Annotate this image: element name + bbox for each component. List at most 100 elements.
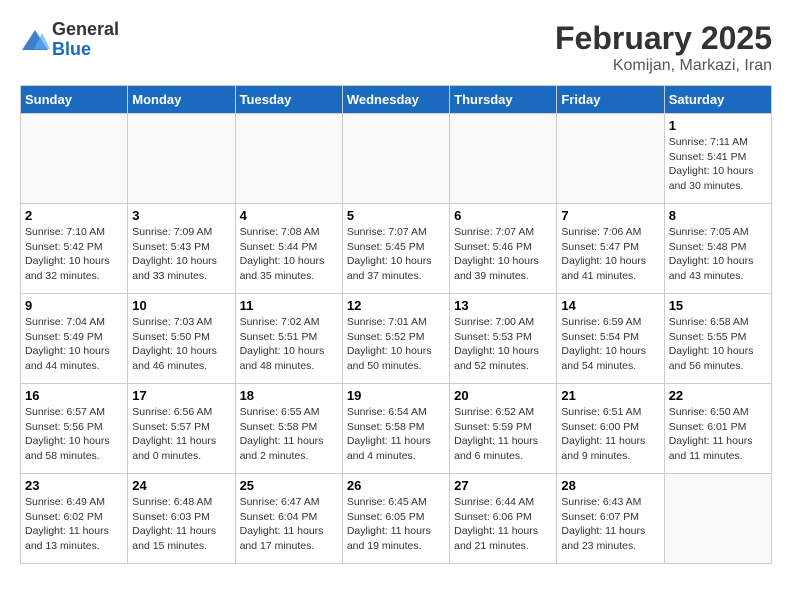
calendar-header-saturday: Saturday bbox=[664, 86, 771, 114]
logo-text: General Blue bbox=[52, 20, 119, 60]
calendar-table: SundayMondayTuesdayWednesdayThursdayFrid… bbox=[20, 85, 772, 564]
day-info: Sunrise: 7:11 AM Sunset: 5:41 PM Dayligh… bbox=[669, 135, 767, 194]
day-number: 24 bbox=[132, 478, 230, 493]
calendar-header-friday: Friday bbox=[557, 86, 664, 114]
calendar-cell: 2 Sunrise: 7:10 AM Sunset: 5:42 PM Daylig… bbox=[21, 204, 128, 294]
calendar-cell bbox=[664, 474, 771, 564]
calendar-week-3: 9 Sunrise: 7:04 AM Sunset: 5:49 PM Daylig… bbox=[21, 294, 772, 384]
calendar-week-2: 2 Sunrise: 7:10 AM Sunset: 5:42 PM Daylig… bbox=[21, 204, 772, 294]
day-info: Sunrise: 7:04 AM Sunset: 5:49 PM Dayligh… bbox=[25, 315, 123, 374]
day-info: Sunrise: 6:59 AM Sunset: 5:54 PM Dayligh… bbox=[561, 315, 659, 374]
calendar-cell: 9 Sunrise: 7:04 AM Sunset: 5:49 PM Daylig… bbox=[21, 294, 128, 384]
day-number: 14 bbox=[561, 298, 659, 313]
logo-blue: Blue bbox=[52, 40, 119, 60]
day-info: Sunrise: 6:43 AM Sunset: 6:07 PM Dayligh… bbox=[561, 495, 659, 554]
calendar-week-1: 1 Sunrise: 7:11 AM Sunset: 5:41 PM Daylig… bbox=[21, 114, 772, 204]
day-info: Sunrise: 7:01 AM Sunset: 5:52 PM Dayligh… bbox=[347, 315, 445, 374]
calendar-cell: 21Sunrise: 6:51 AM Sunset: 6:00 PM Dayli… bbox=[557, 384, 664, 474]
calendar-week-5: 23Sunrise: 6:49 AM Sunset: 6:02 PM Dayli… bbox=[21, 474, 772, 564]
location-subtitle: Komijan, Markazi, Iran bbox=[555, 57, 772, 75]
calendar-cell: 4Sunrise: 7:08 AM Sunset: 5:44 PM Daylig… bbox=[235, 204, 342, 294]
day-info: Sunrise: 6:54 AM Sunset: 5:58 PM Dayligh… bbox=[347, 405, 445, 464]
day-info: Sunrise: 7:02 AM Sunset: 5:51 PM Dayligh… bbox=[240, 315, 338, 374]
day-info: Sunrise: 6:55 AM Sunset: 5:58 PM Dayligh… bbox=[240, 405, 338, 464]
calendar-cell: 24 Sunrise: 6:48 AM Sunset: 6:03 PM Dayli… bbox=[128, 474, 235, 564]
day-info: Sunrise: 6:48 AM Sunset: 6:03 PM Dayligh… bbox=[132, 495, 230, 554]
calendar-cell: 27Sunrise: 6:44 AM Sunset: 6:06 PM Dayli… bbox=[450, 474, 557, 564]
calendar-cell: 15 Sunrise: 6:58 AM Sunset: 5:55 PM Dayli… bbox=[664, 294, 771, 384]
calendar-cell: 3 Sunrise: 7:09 AM Sunset: 5:43 PM Daylig… bbox=[128, 204, 235, 294]
day-number: 15 bbox=[669, 298, 767, 313]
calendar-header-thursday: Thursday bbox=[450, 86, 557, 114]
calendar-cell: 11 Sunrise: 7:02 AM Sunset: 5:51 PM Dayli… bbox=[235, 294, 342, 384]
calendar-header-tuesday: Tuesday bbox=[235, 86, 342, 114]
day-number: 19 bbox=[347, 388, 445, 403]
calendar-cell: 22 Sunrise: 6:50 AM Sunset: 6:01 PM Dayli… bbox=[664, 384, 771, 474]
day-info: Sunrise: 7:10 AM Sunset: 5:42 PM Dayligh… bbox=[25, 225, 123, 284]
day-info: Sunrise: 6:52 AM Sunset: 5:59 PM Dayligh… bbox=[454, 405, 552, 464]
day-info: Sunrise: 6:51 AM Sunset: 6:00 PM Dayligh… bbox=[561, 405, 659, 464]
day-number: 11 bbox=[240, 298, 338, 313]
day-number: 26 bbox=[347, 478, 445, 493]
day-info: Sunrise: 6:45 AM Sunset: 6:05 PM Dayligh… bbox=[347, 495, 445, 554]
calendar-cell bbox=[128, 114, 235, 204]
day-number: 25 bbox=[240, 478, 338, 493]
calendar-cell: 6 Sunrise: 7:07 AM Sunset: 5:46 PM Daylig… bbox=[450, 204, 557, 294]
day-number: 12 bbox=[347, 298, 445, 313]
calendar-cell: 1 Sunrise: 7:11 AM Sunset: 5:41 PM Daylig… bbox=[664, 114, 771, 204]
calendar-cell bbox=[342, 114, 449, 204]
logo-icon bbox=[20, 25, 50, 55]
day-number: 7 bbox=[561, 208, 659, 223]
day-info: Sunrise: 6:44 AM Sunset: 6:06 PM Dayligh… bbox=[454, 495, 552, 554]
title-block: February 2025 Komijan, Markazi, Iran bbox=[555, 20, 772, 75]
calendar-cell: 25 Sunrise: 6:47 AM Sunset: 6:04 PM Dayli… bbox=[235, 474, 342, 564]
calendar-cell: 13 Sunrise: 7:00 AM Sunset: 5:53 PM Dayli… bbox=[450, 294, 557, 384]
day-info: Sunrise: 7:03 AM Sunset: 5:50 PM Dayligh… bbox=[132, 315, 230, 374]
day-number: 2 bbox=[25, 208, 123, 223]
day-info: Sunrise: 7:07 AM Sunset: 5:45 PM Dayligh… bbox=[347, 225, 445, 284]
day-info: Sunrise: 6:58 AM Sunset: 5:55 PM Dayligh… bbox=[669, 315, 767, 374]
page-header: General Blue February 2025 Komijan, Mark… bbox=[20, 20, 772, 75]
logo-general: General bbox=[52, 20, 119, 40]
calendar-cell: 20Sunrise: 6:52 AM Sunset: 5:59 PM Dayli… bbox=[450, 384, 557, 474]
day-number: 22 bbox=[669, 388, 767, 403]
day-info: Sunrise: 7:08 AM Sunset: 5:44 PM Dayligh… bbox=[240, 225, 338, 284]
calendar-cell bbox=[557, 114, 664, 204]
calendar-cell: 7 Sunrise: 7:06 AM Sunset: 5:47 PM Daylig… bbox=[557, 204, 664, 294]
day-info: Sunrise: 7:09 AM Sunset: 5:43 PM Dayligh… bbox=[132, 225, 230, 284]
day-info: Sunrise: 6:56 AM Sunset: 5:57 PM Dayligh… bbox=[132, 405, 230, 464]
calendar-cell: 19 Sunrise: 6:54 AM Sunset: 5:58 PM Dayli… bbox=[342, 384, 449, 474]
calendar-week-4: 16Sunrise: 6:57 AM Sunset: 5:56 PM Dayli… bbox=[21, 384, 772, 474]
day-number: 10 bbox=[132, 298, 230, 313]
day-info: Sunrise: 7:06 AM Sunset: 5:47 PM Dayligh… bbox=[561, 225, 659, 284]
day-info: Sunrise: 7:07 AM Sunset: 5:46 PM Dayligh… bbox=[454, 225, 552, 284]
calendar-cell: 23Sunrise: 6:49 AM Sunset: 6:02 PM Dayli… bbox=[21, 474, 128, 564]
calendar-cell: 16Sunrise: 6:57 AM Sunset: 5:56 PM Dayli… bbox=[21, 384, 128, 474]
calendar-cell: 8Sunrise: 7:05 AM Sunset: 5:48 PM Daylig… bbox=[664, 204, 771, 294]
calendar-header-monday: Monday bbox=[128, 86, 235, 114]
calendar-header-wednesday: Wednesday bbox=[342, 86, 449, 114]
calendar-header-row: SundayMondayTuesdayWednesdayThursdayFrid… bbox=[21, 86, 772, 114]
day-number: 13 bbox=[454, 298, 552, 313]
day-number: 3 bbox=[132, 208, 230, 223]
day-number: 28 bbox=[561, 478, 659, 493]
day-info: Sunrise: 7:00 AM Sunset: 5:53 PM Dayligh… bbox=[454, 315, 552, 374]
month-title: February 2025 bbox=[555, 20, 772, 57]
calendar-cell: 17Sunrise: 6:56 AM Sunset: 5:57 PM Dayli… bbox=[128, 384, 235, 474]
day-number: 6 bbox=[454, 208, 552, 223]
calendar-cell: 14 Sunrise: 6:59 AM Sunset: 5:54 PM Dayli… bbox=[557, 294, 664, 384]
calendar-cell: 26 Sunrise: 6:45 AM Sunset: 6:05 PM Dayli… bbox=[342, 474, 449, 564]
day-info: Sunrise: 6:50 AM Sunset: 6:01 PM Dayligh… bbox=[669, 405, 767, 464]
day-info: Sunrise: 6:47 AM Sunset: 6:04 PM Dayligh… bbox=[240, 495, 338, 554]
calendar-header-sunday: Sunday bbox=[21, 86, 128, 114]
calendar-cell bbox=[21, 114, 128, 204]
day-number: 18 bbox=[240, 388, 338, 403]
calendar-cell: 12 Sunrise: 7:01 AM Sunset: 5:52 PM Dayli… bbox=[342, 294, 449, 384]
calendar-cell bbox=[450, 114, 557, 204]
day-info: Sunrise: 6:57 AM Sunset: 5:56 PM Dayligh… bbox=[25, 405, 123, 464]
day-number: 9 bbox=[25, 298, 123, 313]
day-number: 23 bbox=[25, 478, 123, 493]
day-number: 1 bbox=[669, 118, 767, 133]
calendar-cell: 10 Sunrise: 7:03 AM Sunset: 5:50 PM Dayli… bbox=[128, 294, 235, 384]
calendar-cell: 18 Sunrise: 6:55 AM Sunset: 5:58 PM Dayli… bbox=[235, 384, 342, 474]
